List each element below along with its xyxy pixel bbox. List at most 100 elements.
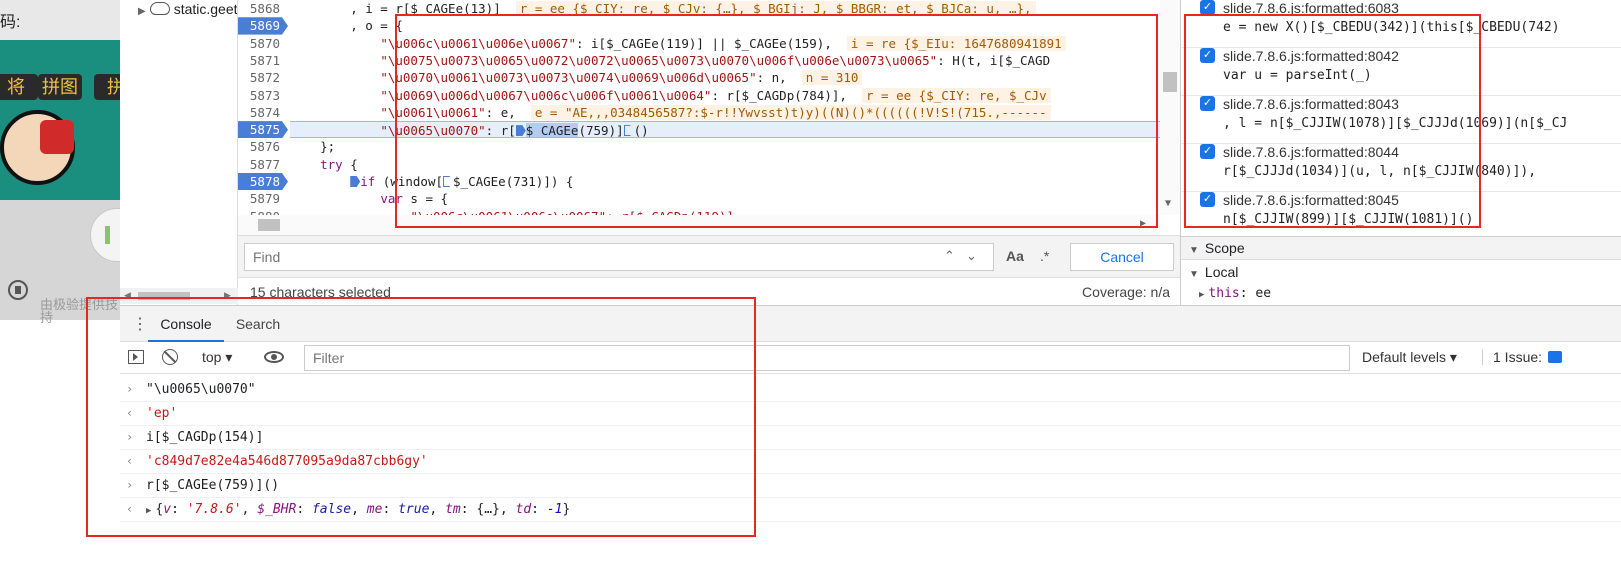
line-number[interactable]: 5879 <box>238 190 288 207</box>
line-number[interactable]: 5868 <box>238 0 288 17</box>
code-line[interactable]: "\u0070\u0061\u0073\u0073\u0074\u0069\u0… <box>290 69 1160 86</box>
code-text: { <box>342 156 358 172</box>
coverage-status[interactable]: Coverage: n/a <box>1082 284 1170 300</box>
code-string: "\u0075\u0073\u0065\u0072\u0072\u0065\u0… <box>380 52 938 68</box>
prop-value: -1 <box>546 502 563 517</box>
scope-variable-this[interactable]: ▶ this: ee <box>1199 286 1271 301</box>
checkbox-checked-icon[interactable]: ✓ <box>1200 0 1215 15</box>
issues-counter[interactable]: 1 Issue: <box>1482 349 1563 365</box>
line-number-breakpoint[interactable]: 5878 <box>238 173 288 191</box>
console-text: "\u0065\u0070" <box>146 382 256 397</box>
issues-label: 1 Issue: <box>1493 349 1543 365</box>
code-line[interactable]: , o = { <box>290 17 1160 34</box>
code-line[interactable]: "\u0069\u006d\u0067\u006c\u006f\u0061\u0… <box>290 87 1160 104</box>
breakpoint-snippet: n[$_CJJIW(899)][$_CJJIW(1081)]() <box>1223 212 1474 227</box>
breakpoint-item[interactable]: ✓ slide.7.8.6.js:formatted:6083 e = new X(… <box>1181 0 1621 48</box>
code-line[interactable]: }; <box>290 138 1160 155</box>
inline-breakpoint-icon[interactable] <box>515 125 526 137</box>
file-tree: ▶ static.geetest <box>120 0 238 305</box>
show-sidebar-icon[interactable] <box>128 350 144 364</box>
collapse-triangle-icon[interactable]: ▼ <box>1189 269 1199 280</box>
code-line[interactable]: if (window[$_CAGEe(731)]) { <box>290 173 1160 190</box>
find-input[interactable] <box>244 243 994 271</box>
expand-triangle-icon[interactable]: ▶ <box>1199 290 1204 300</box>
line-number[interactable]: 5872 <box>238 69 288 86</box>
console-text: 'ep' <box>146 406 178 421</box>
line-number[interactable]: 5877 <box>238 156 288 173</box>
file-tree-scrollbar[interactable]: ◀ ▶ <box>120 288 238 304</box>
inline-breakpoint-icon[interactable] <box>350 176 361 187</box>
object-preview[interactable]: ▶ {v: '7.8.6', $_BHR: false, me: true, tm… <box>146 502 570 517</box>
page-label: 码: <box>0 14 21 31</box>
console-drawer: ⋮ Console Search top ▾ Default levels ▾ … <box>120 305 1621 563</box>
breakpoint-item[interactable]: ✓ slide.7.8.6.js:formatted:8045 n[$_CJJIW(… <box>1181 192 1621 240</box>
code-line[interactable]: , i = r[$_CAGEe(13)] r = ee {$_CIY: re, … <box>290 0 1160 17</box>
next-match-icon[interactable]: ⌄ <box>966 248 977 264</box>
expand-triangle-icon[interactable]: ▶ <box>146 506 151 516</box>
inline-breakpoint-icon[interactable] <box>443 176 454 187</box>
breakpoint-item[interactable]: ✓ slide.7.8.6.js:formatted:8043 , l = n[$_… <box>1181 96 1621 144</box>
console-output-row[interactable]: ‹ 'c849d7e82e4a546d877095a9da87cbb6gy' <box>120 450 1621 474</box>
code-text: (759)] <box>578 123 624 139</box>
expand-triangle-icon[interactable]: ▶ <box>138 6 146 17</box>
console-text: i[$_CAGDp(154)] <box>146 430 264 445</box>
source-editor[interactable]: 5868 5869 5870 5871 5872 5873 5874 5875 5876 5877… <box>238 0 1180 235</box>
checkbox-checked-icon[interactable]: ✓ <box>1200 192 1215 207</box>
breakpoint-item[interactable]: ✓ slide.7.8.6.js:formatted:8042 var u = pa… <box>1181 48 1621 96</box>
slider-knob[interactable] <box>90 208 120 262</box>
match-case-toggle[interactable]: Aa <box>1006 248 1024 264</box>
cancel-button[interactable]: Cancel <box>1070 243 1174 271</box>
console-filter-input[interactable] <box>304 345 1350 371</box>
checkbox-checked-icon[interactable]: ✓ <box>1200 96 1215 111</box>
scrollbar-thumb[interactable] <box>1163 72 1177 92</box>
console-object-result[interactable]: ‹ ▶ {v: '7.8.6', $_BHR: false, me: true, t… <box>120 498 1621 522</box>
collapse-triangle-icon[interactable]: ▼ <box>1189 245 1199 256</box>
line-number[interactable]: 5873 <box>238 87 288 104</box>
tab-console[interactable]: Console <box>148 306 224 342</box>
line-number[interactable]: 5871 <box>238 52 288 69</box>
scroll-down-icon[interactable]: ▼ <box>1165 198 1171 209</box>
line-number[interactable]: 5870 <box>238 35 288 52</box>
audio-icon[interactable] <box>8 280 28 300</box>
code-line[interactable]: "\u0075\u0073\u0065\u0072\u0072\u0065\u0… <box>290 52 1160 69</box>
editor-horizontal-scrollbar[interactable]: ▶ <box>238 215 1160 235</box>
breakpoint-location: slide.7.8.6.js:formatted:8042 <box>1223 48 1399 64</box>
scroll-right-icon[interactable]: ▶ <box>1140 218 1146 229</box>
scope-section-header[interactable]: ▼ Scope <box>1181 236 1621 260</box>
clear-console-icon[interactable] <box>162 349 178 365</box>
code-string: "\u0061\u0061" <box>380 104 486 120</box>
console-output-row[interactable]: ‹ 'ep' <box>120 402 1621 426</box>
breakpoint-item[interactable]: ✓ slide.7.8.6.js:formatted:8044 r[$_CJJJd(… <box>1181 144 1621 192</box>
more-options-icon[interactable]: ⋮ <box>132 314 148 334</box>
context-selector[interactable]: top ▾ <box>202 349 232 366</box>
puzzle-tag: 拼图 <box>38 74 82 100</box>
line-number[interactable]: 5874 <box>238 104 288 121</box>
checkbox-checked-icon[interactable]: ✓ <box>1200 48 1215 63</box>
scroll-left-icon[interactable]: ◀ <box>124 290 131 301</box>
checkbox-checked-icon[interactable]: ✓ <box>1200 144 1215 159</box>
console-input-row[interactable]: › "\u0065\u0070" <box>120 378 1621 402</box>
tree-item-static-geetest[interactable]: ▶ static.geetest <box>138 0 237 18</box>
code-line[interactable]: "\u0061\u0061": e, e = "AE,,,0348456587?… <box>290 104 1160 121</box>
editor-vertical-scrollbar[interactable]: ▼ <box>1160 0 1180 215</box>
console-input-row[interactable]: › i[$_CAGDp(154)] <box>120 426 1621 450</box>
line-number-breakpoint[interactable]: 5875 <box>238 121 288 139</box>
regex-toggle[interactable]: .* <box>1040 248 1049 264</box>
inline-breakpoint-icon[interactable] <box>623 125 634 137</box>
scrollbar-thumb[interactable] <box>258 219 280 231</box>
local-scope-header[interactable]: ▼ Local <box>1189 264 1238 280</box>
selection-status: 15 characters selected <box>250 284 391 300</box>
live-expression-eye-icon[interactable] <box>264 351 284 363</box>
scroll-right-icon[interactable]: ▶ <box>224 290 231 301</box>
code-line[interactable]: "\u006c\u0061\u006e\u0067": i[$_CAGEe(11… <box>290 35 1160 52</box>
code-line-paused[interactable]: "\u0065\u0070": r[$_CAGEe(759)] () <box>290 121 1160 139</box>
line-number[interactable]: 5876 <box>238 138 288 155</box>
console-input-row[interactable]: › r[$_CAGEe(759)]() <box>120 474 1621 498</box>
code-line[interactable]: try { <box>290 156 1160 173</box>
tab-search[interactable]: Search <box>230 306 286 342</box>
previous-match-icon[interactable]: ⌃ <box>944 248 955 264</box>
scrollbar-thumb[interactable] <box>138 292 190 300</box>
code-line[interactable]: var s = { <box>290 190 1160 207</box>
log-levels-dropdown[interactable]: Default levels ▾ <box>1362 349 1457 366</box>
line-number-breakpoint[interactable]: 5869 <box>238 17 288 35</box>
